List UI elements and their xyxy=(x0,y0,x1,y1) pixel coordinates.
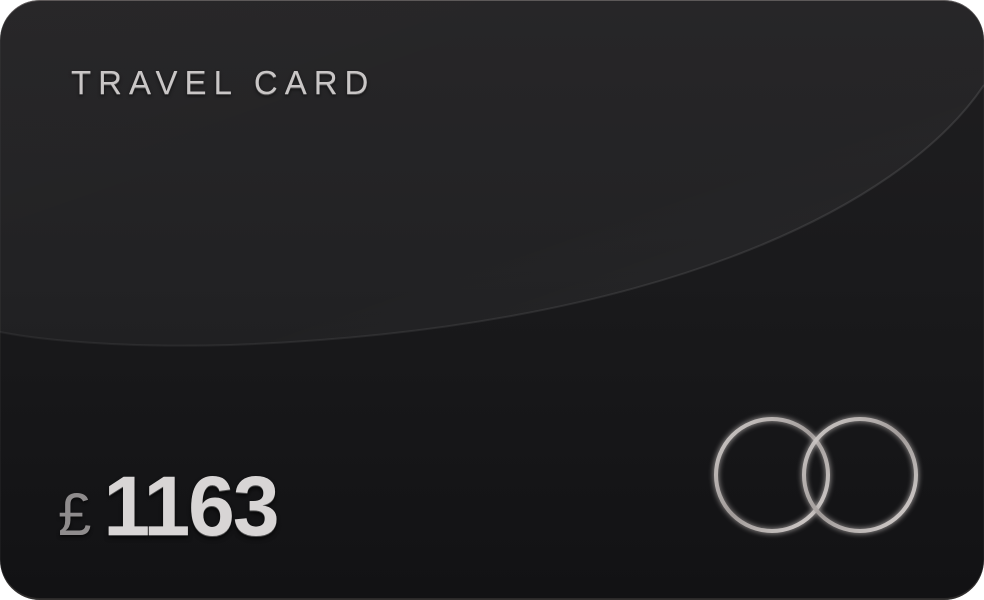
ring-left xyxy=(714,417,830,533)
travel-card: TRAVEL CARD £ 1163 xyxy=(0,0,984,600)
card-title: TRAVEL CARD xyxy=(71,64,376,101)
currency-symbol: £ xyxy=(58,481,92,548)
ring-right xyxy=(802,417,918,533)
interlocking-rings-icon xyxy=(714,417,918,533)
balance-amount: 1163 xyxy=(103,459,279,553)
balance: £ 1163 xyxy=(58,458,280,555)
